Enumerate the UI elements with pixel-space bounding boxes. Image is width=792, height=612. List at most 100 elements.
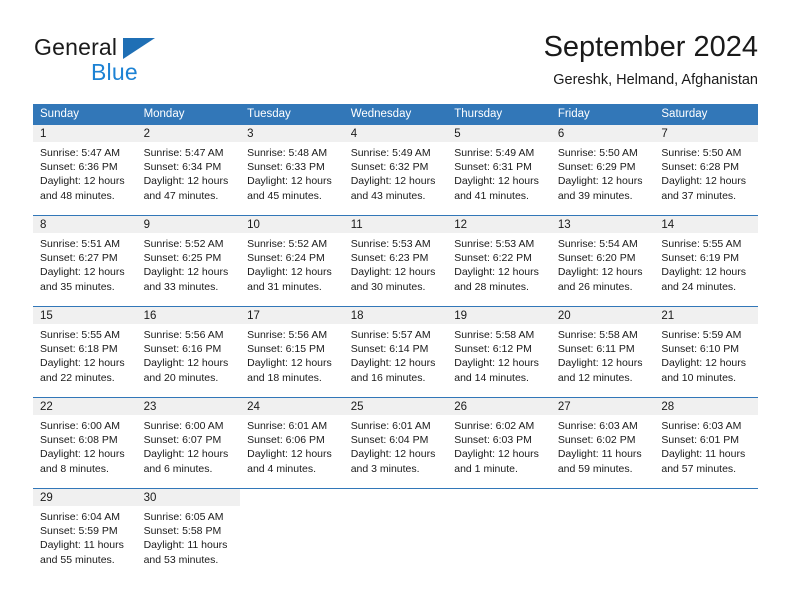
calendar-week-row: 15 Sunrise: 5:55 AM Sunset: 6:18 PM Dayligh… (33, 306, 758, 398)
calendar-day-cell[interactable]: 28 Sunrise: 6:03 AM Sunset: 6:01 PM Dayligh… (654, 397, 758, 489)
day-number: 22 (40, 401, 53, 413)
day-number: 16 (143, 310, 157, 322)
calendar-day-cell[interactable]: 9 Sunrise: 5:52 AM Sunset: 6:25 PM Daylight… (136, 215, 241, 307)
calendar-day-cell-empty (240, 488, 344, 579)
calendar-day-cell[interactable]: 20 Sunrise: 5:58 AM Sunset: 6:11 PM Dayligh… (550, 306, 655, 398)
day-number: 9 (143, 219, 150, 231)
sunrise-text: Sunrise: 5:50 AM (557, 147, 638, 159)
weekday-header-wednesday: Wednesday (343, 104, 448, 125)
sunset-text: Sunset: 6:27 PM (40, 252, 118, 265)
daylight-text: Daylight: 12 hours and 4 minutes. (247, 448, 332, 475)
calendar-day-cell[interactable]: 15 Sunrise: 5:55 AM Sunset: 6:18 PM Dayligh… (33, 306, 137, 398)
day-number: 25 (350, 401, 364, 413)
sunrise-text: Sunrise: 6:01 AM (247, 420, 328, 432)
sunrise-text: Sunrise: 5:55 AM (661, 238, 742, 250)
sunrise-text: Sunrise: 6:04 AM (40, 511, 120, 523)
calendar-day-cell[interactable]: 3 Sunrise: 5:48 AM Sunset: 6:33 PM Daylight… (240, 124, 344, 216)
calendar-day-cell-empty (550, 488, 655, 579)
logo-text-blue: Blue (91, 59, 138, 85)
day-number: 20 (557, 310, 571, 322)
sunset-text: Sunset: 6:01 PM (661, 434, 740, 447)
sunset-text: Sunset: 6:18 PM (40, 343, 118, 356)
sunset-text: Sunset: 6:24 PM (247, 252, 325, 265)
calendar-day-cell[interactable]: 11 Sunrise: 5:53 AM Sunset: 6:23 PM Dayligh… (343, 215, 448, 307)
sunset-text: Sunset: 6:29 PM (557, 161, 636, 174)
sunset-text: Sunset: 6:28 PM (661, 161, 740, 174)
sunset-text: Sunset: 6:08 PM (40, 434, 118, 447)
day-number: 19 (454, 310, 468, 322)
calendar-day-cell[interactable]: 23 Sunrise: 6:00 AM Sunset: 6:07 PM Dayligh… (136, 397, 241, 489)
calendar-day-cell[interactable]: 18 Sunrise: 5:57 AM Sunset: 6:14 PM Dayligh… (343, 306, 448, 398)
daylight-text: Daylight: 12 hours and 10 minutes. (661, 357, 747, 384)
day-number: 30 (143, 492, 157, 504)
calendar-day-cell[interactable]: 10 Sunrise: 5:52 AM Sunset: 6:24 PM Dayligh… (240, 215, 344, 307)
day-number (344, 489, 448, 490)
sunset-text: Sunset: 6:12 PM (454, 343, 532, 356)
calendar-day-cell[interactable]: 14 Sunrise: 5:55 AM Sunset: 6:19 PM Dayligh… (654, 215, 758, 307)
sunrise-text: Sunrise: 5:58 AM (454, 329, 535, 341)
daylight-text: Daylight: 12 hours and 43 minutes. (350, 175, 436, 202)
calendar-day-cell[interactable]: 5 Sunrise: 5:49 AM Sunset: 6:31 PM Daylight… (447, 124, 551, 216)
calendar-day-cell[interactable]: 4 Sunrise: 5:49 AM Sunset: 6:32 PM Daylight… (343, 124, 448, 216)
calendar-day-cell[interactable]: 1 Sunrise: 5:47 AM Sunset: 6:36 PM Daylight… (33, 124, 137, 216)
weekday-header-friday: Friday (550, 104, 655, 125)
calendar-day-cell[interactable]: 8 Sunrise: 5:51 AM Sunset: 6:27 PM Daylight… (33, 215, 137, 307)
calendar-day-cell[interactable]: 22 Sunrise: 6:00 AM Sunset: 6:08 PM Dayligh… (33, 397, 137, 489)
logo-triangle-icon (123, 38, 155, 59)
day-number: 8 (40, 219, 47, 231)
sunrise-text: Sunrise: 5:47 AM (143, 147, 224, 159)
daylight-text: Daylight: 12 hours and 6 minutes. (143, 448, 229, 475)
calendar-day-cell[interactable]: 7 Sunrise: 5:50 AM Sunset: 6:28 PM Daylight… (654, 124, 758, 216)
day-number: 1 (40, 128, 47, 140)
daylight-text: Daylight: 11 hours and 53 minutes. (143, 539, 228, 566)
calendar-day-cell[interactable]: 29 Sunrise: 6:04 AM Sunset: 5:59 PM Dayligh… (33, 488, 137, 579)
calendar-header-row: Sunday Monday Tuesday Wednesday Thursday… (33, 104, 758, 125)
calendar-day-cell[interactable]: 27 Sunrise: 6:03 AM Sunset: 6:02 PM Dayligh… (550, 397, 655, 489)
day-number: 5 (454, 128, 461, 140)
weekday-header-saturday: Saturday (654, 104, 758, 125)
day-number: 2 (143, 128, 150, 140)
sunset-text: Sunset: 6:11 PM (557, 343, 635, 356)
calendar-day-cell[interactable]: 2 Sunrise: 5:47 AM Sunset: 6:34 PM Daylight… (136, 124, 241, 216)
calendar-day-cell[interactable]: 13 Sunrise: 5:54 AM Sunset: 6:20 PM Dayligh… (550, 215, 655, 307)
day-number: 11 (350, 219, 363, 231)
daylight-text: Daylight: 12 hours and 41 minutes. (454, 175, 539, 202)
sunset-text: Sunset: 6:15 PM (247, 343, 325, 356)
calendar-day-cell[interactable]: 16 Sunrise: 5:56 AM Sunset: 6:16 PM Dayligh… (136, 306, 241, 398)
daylight-text: Daylight: 12 hours and 16 minutes. (350, 357, 436, 384)
day-number (551, 489, 655, 490)
calendar-day-cell[interactable]: 17 Sunrise: 5:56 AM Sunset: 6:15 PM Dayligh… (240, 306, 344, 398)
sunrise-text: Sunrise: 5:52 AM (143, 238, 224, 250)
calendar-day-cell[interactable]: 30 Sunrise: 6:05 AM Sunset: 5:58 PM Dayligh… (136, 488, 241, 579)
sunrise-text: Sunrise: 6:01 AM (350, 420, 431, 432)
day-number: 12 (454, 219, 468, 231)
daylight-text: Daylight: 12 hours and 3 minutes. (350, 448, 436, 475)
calendar-day-cell[interactable]: 25 Sunrise: 6:01 AM Sunset: 6:04 PM Dayligh… (343, 397, 448, 489)
calendar-week-row: 8 Sunrise: 5:51 AM Sunset: 6:27 PM Daylight… (33, 215, 758, 307)
sunset-text: Sunset: 6:10 PM (661, 343, 740, 356)
day-number: 17 (247, 310, 260, 322)
calendar-day-cell[interactable]: 19 Sunrise: 5:58 AM Sunset: 6:12 PM Dayligh… (447, 306, 551, 398)
calendar-day-cell[interactable]: 24 Sunrise: 6:01 AM Sunset: 6:06 PM Dayligh… (240, 397, 344, 489)
daylight-text: Daylight: 12 hours and 14 minutes. (454, 357, 539, 384)
daylight-text: Daylight: 12 hours and 18 minutes. (247, 357, 332, 384)
sunrise-text: Sunrise: 5:57 AM (350, 329, 431, 341)
daylight-text: Daylight: 12 hours and 24 minutes. (661, 266, 747, 293)
sunrise-text: Sunrise: 5:47 AM (40, 147, 120, 159)
day-number: 7 (661, 128, 668, 140)
weekday-header-tuesday: Tuesday (240, 104, 344, 125)
sunset-text: Sunset: 6:07 PM (143, 434, 222, 447)
daylight-text: Daylight: 12 hours and 47 minutes. (143, 175, 229, 202)
generalblue-logo: General Blue (34, 34, 234, 86)
calendar-day-cell[interactable]: 12 Sunrise: 5:53 AM Sunset: 6:22 PM Dayligh… (447, 215, 551, 307)
weekday-header-sunday: Sunday (33, 104, 137, 125)
daylight-text: Daylight: 12 hours and 39 minutes. (557, 175, 643, 202)
sunrise-text: Sunrise: 5:56 AM (143, 329, 224, 341)
calendar-day-cell[interactable]: 26 Sunrise: 6:02 AM Sunset: 6:03 PM Dayligh… (447, 397, 551, 489)
sunrise-text: Sunrise: 5:56 AM (247, 329, 328, 341)
calendar-day-cell[interactable]: 6 Sunrise: 5:50 AM Sunset: 6:29 PM Daylight… (550, 124, 655, 216)
sunset-text: Sunset: 6:33 PM (247, 161, 325, 174)
daylight-text: Daylight: 12 hours and 28 minutes. (454, 266, 539, 293)
sunrise-text: Sunrise: 5:53 AM (454, 238, 535, 250)
calendar-day-cell[interactable]: 21 Sunrise: 5:59 AM Sunset: 6:10 PM Dayligh… (654, 306, 758, 398)
